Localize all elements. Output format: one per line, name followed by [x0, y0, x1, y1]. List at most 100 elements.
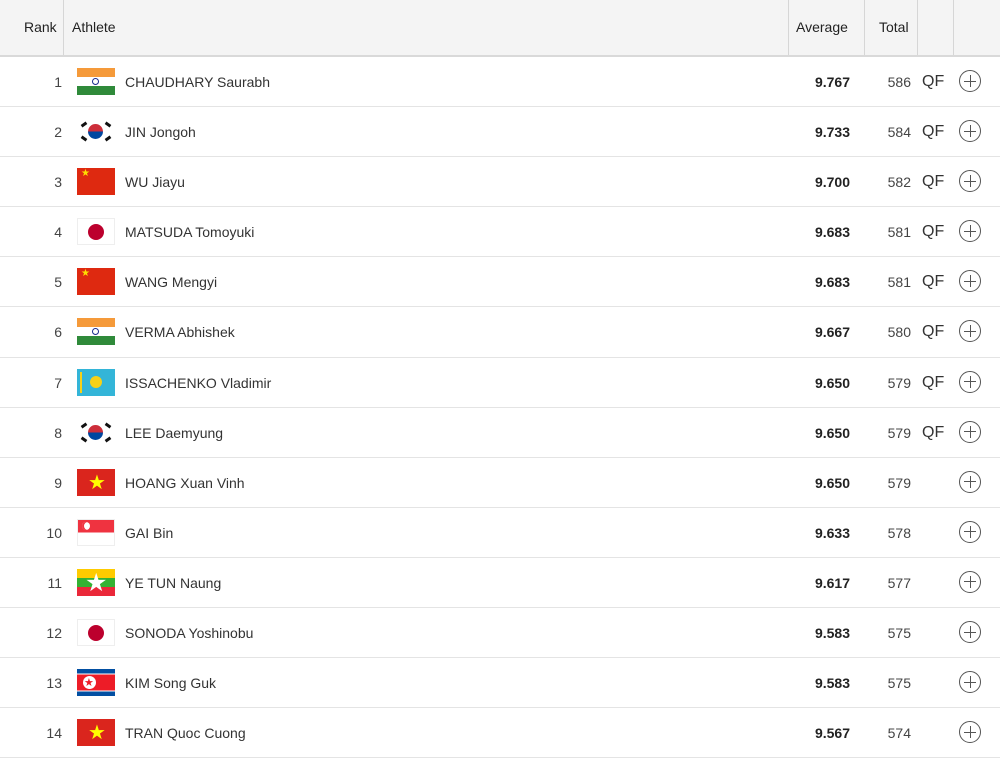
expand-plus-icon[interactable] — [959, 70, 981, 92]
table-row[interactable]: 13 KIM Song Guk 9.583 575 — [0, 658, 1000, 709]
table-row[interactable]: 3 WU Jiayu 9.700 582 QF — [0, 157, 1000, 208]
table-row[interactable]: 7 ISSACHENKO Vladimir 9.650 579 QF — [0, 358, 1000, 408]
total-cell: 578 — [887, 524, 911, 541]
qualification-badge: QF — [922, 373, 945, 391]
rank-cell: 10 — [46, 524, 62, 541]
header-divider — [788, 0, 789, 55]
flag-china-icon — [77, 268, 115, 296]
expand-plus-icon[interactable] — [959, 370, 981, 393]
athlete-name: HOANG Xuan Vinh — [125, 474, 245, 491]
expand-plus-icon[interactable] — [959, 170, 981, 193]
qualification-badge — [922, 658, 948, 708]
table-row[interactable]: 2 JIN Jongoh 9.733 584 QF — [0, 107, 1000, 158]
table-row[interactable]: 11 YE TUN Naung 9.617 577 — [0, 558, 1000, 609]
average-cell: 9.733 — [814, 124, 850, 141]
flag-kazakhstan-icon — [77, 368, 115, 396]
header-divider — [953, 0, 954, 55]
qualification-badge: QF — [922, 223, 945, 241]
flag-india-icon — [77, 68, 115, 95]
athlete-name: SONODA Yoshinobu — [125, 625, 254, 642]
qualification-badge — [922, 608, 948, 658]
header-total[interactable]: Total — [879, 0, 909, 55]
average-cell: 9.683 — [814, 224, 850, 241]
average-cell: 9.767 — [814, 74, 850, 90]
header-rank[interactable]: Rank — [24, 0, 57, 55]
average-cell: 9.683 — [814, 274, 850, 291]
header-divider — [864, 0, 865, 55]
expand-plus-icon[interactable] — [959, 721, 981, 744]
header-average[interactable]: Average — [796, 0, 848, 55]
table-row[interactable]: 9 HOANG Xuan Vinh 9.650 579 — [0, 458, 1000, 508]
rank-cell: 14 — [46, 725, 62, 742]
flag-myanmar-icon — [77, 568, 115, 596]
total-cell: 575 — [887, 625, 911, 642]
rank-cell: 3 — [54, 174, 62, 191]
flag-japan-icon — [77, 619, 115, 647]
table-row[interactable]: 1 CHAUDHARY Saurabh 9.767 586 QF — [0, 57, 1000, 108]
qualification-badge: QF — [922, 173, 945, 191]
flag-singapore-icon — [77, 518, 115, 546]
rank-cell: 6 — [54, 324, 62, 341]
average-cell: 9.583 — [814, 625, 850, 642]
table-row[interactable]: 8 LEE Daemyung 9.650 579 QF — [0, 408, 1000, 458]
athlete-name: VERMA Abhishek — [125, 324, 235, 341]
flag-korea-icon — [77, 118, 115, 146]
athlete-name: KIM Song Guk — [125, 675, 217, 692]
header-divider — [63, 0, 64, 55]
expand-plus-icon[interactable] — [959, 120, 981, 143]
rank-cell: 5 — [54, 274, 62, 291]
table-row[interactable]: 12 SONODA Yoshinobu 9.583 575 — [0, 608, 1000, 659]
flag-japan-icon — [77, 218, 115, 246]
average-cell: 9.617 — [814, 574, 850, 591]
rank-cell: 11 — [47, 574, 62, 591]
table-row[interactable]: 10 GAI Bin 9.633 578 — [0, 508, 1000, 558]
flag-vietnam-icon — [77, 468, 115, 496]
rank-cell: 4 — [54, 224, 62, 241]
qualification-badge — [922, 508, 948, 558]
rank-cell: 12 — [46, 625, 62, 642]
rank-cell: 13 — [46, 675, 62, 692]
expand-plus-icon[interactable] — [959, 621, 981, 644]
athlete-name: ISSACHENKO Vladimir — [125, 374, 272, 391]
expand-plus-icon[interactable] — [959, 570, 981, 593]
average-cell: 9.667 — [814, 324, 850, 341]
athlete-name: WU Jiayu — [125, 174, 185, 191]
flag-china-icon — [77, 168, 115, 196]
table-row[interactable]: 4 MATSUDA Tomoyuki 9.683 581 QF — [0, 207, 1000, 258]
table-row[interactable]: 5 WANG Mengyi 9.683 581 QF — [0, 257, 1000, 308]
average-cell: 9.567 — [814, 725, 850, 742]
flag-india-icon — [77, 318, 115, 346]
total-cell: 581 — [887, 224, 911, 241]
average-cell: 9.700 — [814, 174, 850, 191]
header-athlete[interactable]: Athlete — [72, 0, 116, 55]
expand-plus-icon[interactable] — [959, 320, 981, 343]
athlete-name: LEE Daemyung — [125, 424, 224, 441]
expand-plus-icon[interactable] — [959, 520, 981, 543]
athlete-name: WANG Mengyi — [125, 274, 218, 291]
athlete-name: GAI Bin — [125, 524, 174, 541]
qualification-badge: QF — [922, 423, 945, 441]
flag-vietnam-icon — [77, 719, 115, 747]
expand-plus-icon[interactable] — [959, 270, 981, 293]
average-cell: 9.583 — [814, 675, 850, 692]
qualification-badge: QF — [922, 323, 945, 341]
table-row[interactable]: 6 VERMA Abhishek 9.667 580 QF — [0, 307, 1000, 358]
table-header: Rank Athlete Average Total — [0, 0, 1000, 57]
qualification-badge: QF — [922, 123, 945, 141]
total-cell: 579 — [887, 424, 911, 441]
total-cell: 579 — [887, 374, 911, 391]
total-cell: 584 — [887, 124, 911, 141]
athlete-name: MATSUDA Tomoyuki — [125, 224, 255, 241]
rank-cell: 1 — [54, 74, 62, 90]
average-cell: 9.633 — [814, 524, 850, 541]
total-cell: 580 — [887, 324, 911, 341]
rank-cell: 7 — [54, 374, 62, 391]
rank-cell: 9 — [54, 474, 62, 491]
expand-plus-icon[interactable] — [959, 470, 981, 493]
qualification-badge — [922, 558, 948, 608]
expand-plus-icon[interactable] — [959, 671, 981, 694]
table-row[interactable]: 14 TRAN Quoc Cuong 9.567 574 — [0, 708, 1000, 758]
expand-plus-icon[interactable] — [959, 420, 981, 443]
flag-north-korea-icon — [77, 669, 115, 697]
expand-plus-icon[interactable] — [959, 220, 981, 243]
